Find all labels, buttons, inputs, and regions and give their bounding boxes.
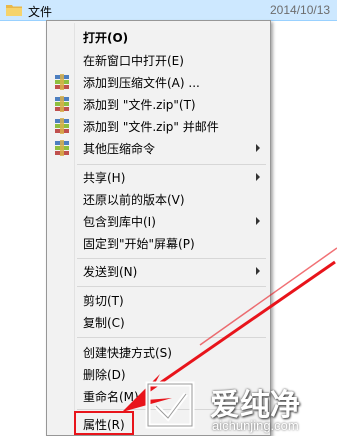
watermark-logo-icon bbox=[145, 381, 195, 429]
submenu-arrow-icon bbox=[256, 267, 260, 275]
submenu-arrow-icon bbox=[256, 173, 260, 181]
menu-item-pin-to-start[interactable]: 固定到"开始"屏幕(P) bbox=[49, 232, 268, 254]
menu-item-other-compress[interactable]: 其他压缩命令 bbox=[49, 137, 268, 159]
folder-row[interactable]: 文件 2014/10/13 bbox=[0, 0, 337, 21]
winrar-icon bbox=[55, 74, 69, 90]
menu-item-copy[interactable]: 复制(C) bbox=[49, 311, 268, 333]
context-menu: 打开(O) 在新窗口中打开(E) 添加到压缩文件(A) ... 添加到 "文件.… bbox=[46, 20, 271, 436]
menu-item-label: 还原以前的版本(V) bbox=[83, 193, 185, 207]
menu-item-label: 添加到压缩文件(A) ... bbox=[83, 76, 200, 90]
menu-item-add-to-zip-and-email[interactable]: 添加到 "文件.zip" 并邮件 bbox=[49, 115, 268, 137]
menu-item-label: 发送到(N) bbox=[83, 265, 138, 279]
menu-item-label: 剪切(T) bbox=[83, 294, 124, 308]
menu-separator bbox=[77, 164, 266, 165]
submenu-arrow-icon bbox=[256, 144, 260, 152]
menu-item-restore-previous[interactable]: 还原以前的版本(V) bbox=[49, 188, 268, 210]
menu-item-create-shortcut[interactable]: 创建快捷方式(S) bbox=[49, 341, 268, 363]
menu-separator bbox=[77, 337, 266, 338]
menu-item-share[interactable]: 共享(H) bbox=[49, 166, 268, 188]
menu-item-send-to[interactable]: 发送到(N) bbox=[49, 260, 268, 282]
folder-icon bbox=[6, 5, 22, 16]
menu-separator bbox=[77, 286, 266, 287]
menu-separator bbox=[77, 258, 266, 259]
submenu-arrow-icon bbox=[256, 217, 260, 225]
menu-item-add-to-zip[interactable]: 添加到 "文件.zip"(T) bbox=[49, 93, 268, 115]
menu-item-include-in-library[interactable]: 包含到库中(I) bbox=[49, 210, 268, 232]
watermark: 爱纯净 aichunjing.com bbox=[110, 376, 337, 436]
menu-item-cut[interactable]: 剪切(T) bbox=[49, 289, 268, 311]
menu-item-label: 在新窗口中打开(E) bbox=[83, 54, 184, 68]
watermark-url: aichunjing.com bbox=[212, 418, 299, 433]
folder-name: 文件 bbox=[28, 5, 53, 19]
menu-item-label: 添加到 "文件.zip" 并邮件 bbox=[83, 120, 219, 134]
menu-item-add-to-archive[interactable]: 添加到压缩文件(A) ... bbox=[49, 71, 268, 93]
menu-item-label: 其他压缩命令 bbox=[83, 142, 156, 156]
winrar-icon bbox=[55, 140, 69, 156]
menu-item-label: 共享(H) bbox=[83, 171, 126, 185]
winrar-icon bbox=[55, 118, 69, 134]
folder-date: 2014/10/13 bbox=[270, 3, 331, 17]
menu-item-label: 创建快捷方式(S) bbox=[83, 346, 172, 360]
winrar-icon bbox=[55, 96, 69, 112]
menu-item-label: 复制(C) bbox=[83, 316, 125, 330]
menu-item-label: 固定到"开始"屏幕(P) bbox=[83, 237, 195, 251]
menu-item-label: 打开(O) bbox=[83, 31, 129, 45]
menu-item-label: 添加到 "文件.zip"(T) bbox=[83, 98, 196, 112]
menu-item-label: 包含到库中(I) bbox=[83, 215, 156, 229]
menu-item-open-new-window[interactable]: 在新窗口中打开(E) bbox=[49, 49, 268, 71]
menu-item-open[interactable]: 打开(O) bbox=[49, 26, 268, 48]
